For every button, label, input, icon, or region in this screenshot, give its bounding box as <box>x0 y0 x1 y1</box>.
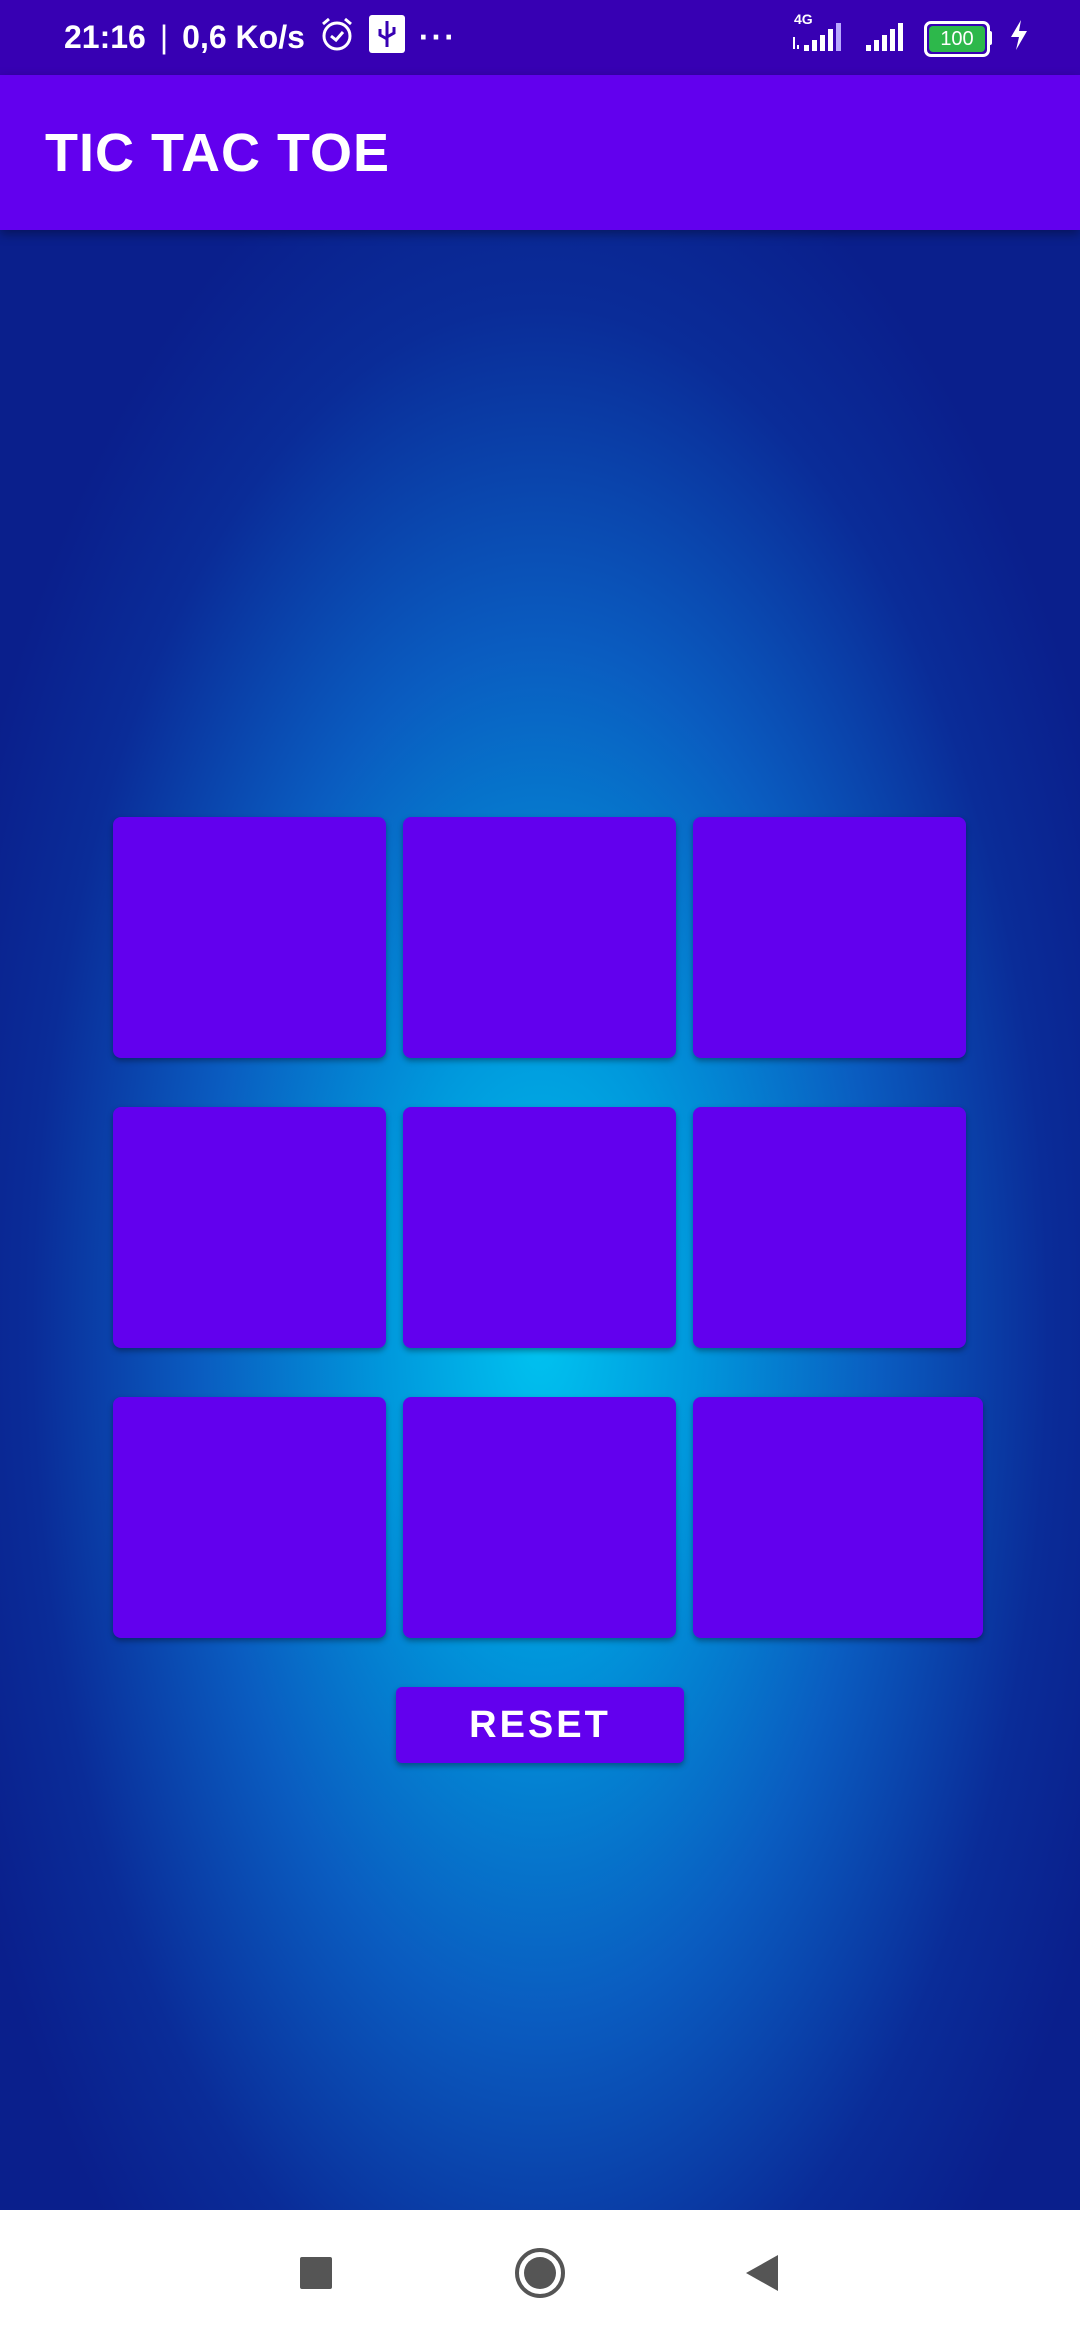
status-speed: 0,6 Ko/s <box>182 19 305 55</box>
more-notifications-icon: ··· <box>418 19 457 55</box>
board-cell-7[interactable] <box>113 1397 386 1638</box>
board-cell-1[interactable] <box>113 817 386 1058</box>
status-separator: | <box>159 19 169 55</box>
status-left: 21:16 | 0,6 Ko/s ··· <box>64 0 457 75</box>
board-cell-5[interactable] <box>403 1107 676 1348</box>
back-button[interactable] <box>722 2210 802 2340</box>
signal-2-icon <box>864 15 908 60</box>
status-time: 21:16 <box>64 19 146 55</box>
board-cell-2[interactable] <box>403 817 676 1058</box>
app-bar: TIC TAC TOE <box>0 75 1080 230</box>
board-cell-8[interactable] <box>403 1397 676 1638</box>
recents-button[interactable] <box>276 2210 356 2340</box>
board-cell-9[interactable] <box>693 1397 983 1638</box>
back-triangle-icon <box>744 2253 780 2298</box>
navigation-bar <box>0 2210 1080 2340</box>
game-area: RESET <box>0 230 1080 2210</box>
board-cell-4[interactable] <box>113 1107 386 1348</box>
network-type: 4G <box>794 11 813 27</box>
signal-icon: 4G <box>790 11 848 60</box>
usb-icon <box>368 14 405 61</box>
reset-button[interactable]: RESET <box>396 1687 684 1763</box>
home-circle-icon <box>514 2247 566 2304</box>
alarm-icon <box>319 16 355 60</box>
board-cell-3[interactable] <box>693 817 966 1058</box>
app-title: TIC TAC TOE <box>45 122 390 183</box>
board-cell-6[interactable] <box>693 1107 966 1348</box>
recents-square-icon <box>299 2256 333 2295</box>
home-button[interactable] <box>500 2210 580 2340</box>
status-right: 4G 100 <box>790 0 1030 75</box>
status-bar: 21:16 | 0,6 Ko/s ··· 4G 100 <box>0 0 1080 75</box>
battery-icon: 100 <box>924 20 992 57</box>
charging-icon <box>1008 18 1030 57</box>
battery-level: 100 <box>940 27 974 50</box>
